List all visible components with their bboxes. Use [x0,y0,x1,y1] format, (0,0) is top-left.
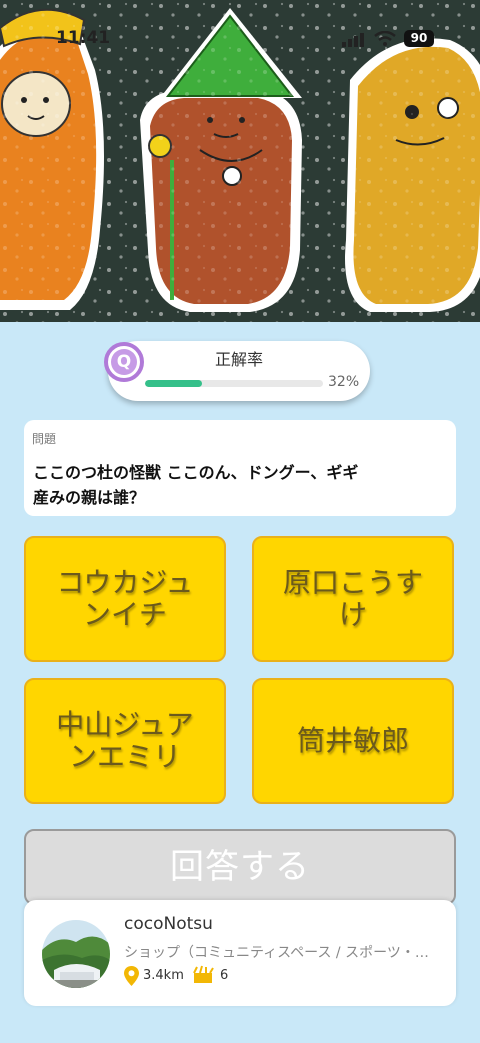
wifi-icon [374,31,396,46]
correct-rate-card: 正解率 32% [108,341,370,401]
shop-photo [42,920,110,988]
cellular-signal-icon [342,33,364,47]
correct-rate-fill [145,380,202,387]
correct-rate-value: 32% [328,374,360,390]
status-bar: 11:41 90 [0,0,480,60]
choice-button-1[interactable]: コウカジュンイチ [24,536,226,662]
choice-button-3[interactable]: 中山ジュアンエミリ [24,678,226,804]
choice-label: 中山ジュアンエミリ [56,708,194,773]
shop-category: ショップ（コミュニティスペース / スポーツ・… [124,945,429,961]
question-text: ここのつ杜の怪獣 ここのん、ドングー、ギギ 産みの親は誰？ [33,463,359,507]
correct-rate-label: 正解率 [214,350,263,369]
visitors-icon [193,965,214,983]
shop-avatar [42,920,110,988]
shop-card[interactable]: cocoNotsu ショップ（コミュニティスペース / スポーツ・… 3.4km… [24,900,456,1006]
status-time: 11:41 [56,28,111,48]
choice-button-2[interactable]: 原口こうすけ [252,536,454,662]
choice-label: 原口こうすけ [282,566,423,631]
quiz-badge-icon: Q [104,342,144,382]
submit-answer-button[interactable]: 回答する [24,829,456,905]
shop-distance: 3.4km [143,968,184,983]
choice-label: 筒井敏郎 [296,724,409,757]
question-card: 問題 ここのつ杜の怪獣 ここのん、ドングー、ギギ 産みの親は誰？ [24,420,456,516]
choice-button-4[interactable]: 筒井敏郎 [252,678,454,804]
shop-name: cocoNotsu [124,914,213,934]
choice-label: コウカジュンイチ [56,566,194,631]
correct-rate-bar [145,380,323,387]
hero-image: 11:41 90 [0,0,480,322]
shop-visit-count: 6 [220,968,229,983]
battery-icon: 90 [404,30,434,47]
question-label: 問題 [32,432,57,446]
location-pin-icon [124,966,139,986]
